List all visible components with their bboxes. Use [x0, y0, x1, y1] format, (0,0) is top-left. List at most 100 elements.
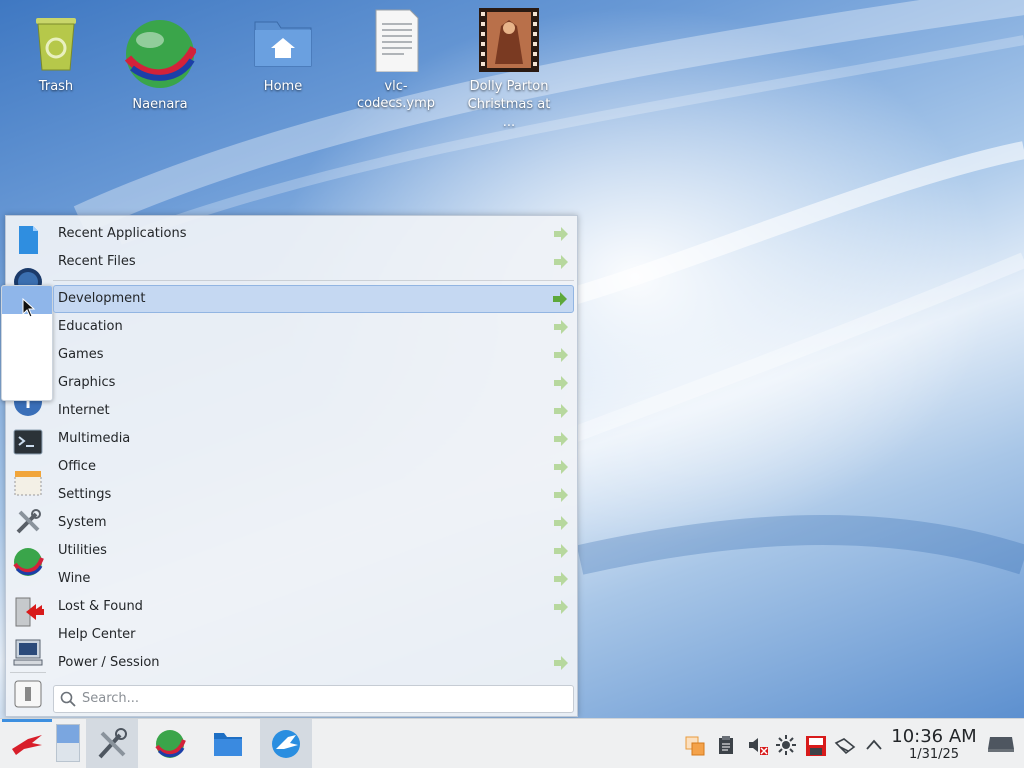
start-menu-button[interactable]: [2, 719, 52, 768]
taskbar: 10:36 AM 1/31/25: [0, 718, 1024, 768]
desktop-icon-home[interactable]: Home: [235, 8, 331, 95]
computer-icon[interactable]: [12, 636, 44, 668]
folder-icon: [214, 733, 242, 756]
tools-icon: [98, 728, 127, 759]
network-icon[interactable]: [834, 735, 856, 755]
desktop-icon-trash[interactable]: Trash: [8, 8, 104, 95]
submenu-arrow-icon: [554, 320, 568, 334]
menu-item-label: Recent Files: [58, 254, 136, 269]
desktop-icon-label: Dolly Parton Christmas at ...: [467, 79, 551, 130]
desktop-icon-label: Home: [263, 79, 303, 94]
submenu-arrow-icon: [554, 460, 568, 474]
menu-item-lost-and-found[interactable]: Lost & Found: [53, 593, 574, 621]
text-file-icon: [364, 8, 428, 73]
menu-item-label: Games: [58, 347, 104, 362]
menu-item-utilities[interactable]: Utilities: [53, 537, 574, 565]
desktop-icon-video[interactable]: Dolly Parton Christmas at ...: [461, 8, 557, 132]
menu-item-label: Multimedia: [58, 431, 131, 446]
menu-item-settings[interactable]: Settings: [53, 481, 574, 509]
menu-item-development[interactable]: Development: [53, 285, 574, 313]
tools-icon[interactable]: [12, 506, 44, 538]
application-menu: i Recent Applications Recent Files Devel…: [1, 215, 578, 717]
video-thumbnail-icon: [477, 8, 541, 72]
archive-icon[interactable]: [12, 466, 44, 498]
menu-item-help-center[interactable]: Help Center: [53, 621, 574, 649]
desktop-icon-vlc-codecs[interactable]: vlc-codecs.ymp: [348, 8, 444, 112]
search-input[interactable]: Search...: [53, 685, 574, 713]
sidebar-hover-popup: [1, 285, 53, 401]
menu-item-label: System: [58, 515, 107, 530]
menu-item-multimedia[interactable]: Multimedia: [53, 425, 574, 453]
globe-icon[interactable]: [12, 546, 44, 578]
menu-item-system[interactable]: System: [53, 509, 574, 537]
menu-item-office[interactable]: Office: [53, 453, 574, 481]
menu-item-label: Graphics: [58, 375, 116, 390]
submenu-arrow-icon: [554, 600, 568, 614]
globe-icon: [124, 18, 198, 90]
menu-item-label: Education: [58, 319, 123, 334]
menu-item-label: Development: [58, 291, 146, 306]
volume-muted-icon[interactable]: [747, 735, 768, 755]
save-icon[interactable]: [805, 735, 826, 756]
desktop-pager[interactable]: [54, 719, 82, 768]
submenu-arrow-icon: [554, 544, 568, 558]
submenu-arrow-icon: [553, 292, 567, 306]
document-icon[interactable]: [12, 224, 44, 256]
menu-item-recent-files[interactable]: Recent Files: [53, 248, 574, 276]
mouse-cursor-icon: [22, 298, 36, 318]
terminal-icon[interactable]: [12, 426, 44, 458]
desktop-icon-label: Trash: [38, 79, 74, 94]
display-icon[interactable]: [986, 733, 1016, 753]
menu-item-label: Help Center: [58, 627, 136, 642]
pager-icon: [56, 724, 80, 762]
desktop-icon-naenara[interactable]: Naenara: [112, 18, 208, 113]
submenu-arrow-icon: [554, 516, 568, 530]
submenu-arrow-icon: [554, 255, 568, 269]
desktop-icon-label: vlc-codecs.ymp: [356, 79, 435, 111]
menu-item-recent-applications[interactable]: Recent Applications: [53, 220, 574, 248]
menu-item-internet[interactable]: Internet: [53, 397, 574, 425]
desktop-icon-label: Naenara: [132, 97, 188, 112]
sidebar-separator: [10, 672, 46, 673]
expand-icon[interactable]: [864, 735, 884, 755]
start-menu-icon: [2, 719, 52, 755]
submenu-arrow-icon: [554, 432, 568, 446]
task-file-manager[interactable]: [202, 719, 254, 768]
menu-item-education[interactable]: Education: [53, 313, 574, 341]
menu-item-label: Lost & Found: [58, 599, 143, 614]
submenu-arrow-icon: [554, 376, 568, 390]
submenu-arrow-icon: [554, 227, 568, 241]
search-placeholder: Search...: [82, 691, 140, 706]
task-browser[interactable]: [260, 719, 312, 768]
menu-item-label: Wine: [58, 571, 91, 586]
menu-separator: [53, 280, 574, 281]
menu-item-power-session[interactable]: Power / Session: [53, 649, 574, 677]
menu-item-label: Office: [58, 459, 96, 474]
globe-icon: [155, 730, 186, 758]
browser-icon: [272, 730, 300, 758]
menu-item-label: Power / Session: [58, 655, 160, 670]
search-icon: [60, 691, 76, 707]
menu-item-label: Utilities: [58, 543, 107, 558]
clock-date[interactable]: 1/31/25: [886, 747, 982, 762]
menu-item-graphics[interactable]: Graphics: [53, 369, 574, 397]
switch-icon[interactable]: [12, 678, 44, 710]
submenu-arrow-icon: [554, 572, 568, 586]
submenu-arrow-icon: [554, 348, 568, 362]
submenu-arrow-icon: [554, 656, 568, 670]
menu-item-label: Recent Applications: [58, 226, 187, 241]
menu-item-label: Internet: [58, 403, 110, 418]
logout-icon[interactable]: [12, 596, 48, 628]
home-folder-icon: [251, 8, 315, 72]
task-naenara[interactable]: [144, 719, 196, 768]
submenu-arrow-icon: [554, 404, 568, 418]
menu-item-label: Settings: [58, 487, 112, 502]
brightness-icon[interactable]: [776, 735, 796, 755]
menu-item-wine[interactable]: Wine: [53, 565, 574, 593]
menu-item-games[interactable]: Games: [53, 341, 574, 369]
clipboard-icon[interactable]: [716, 735, 736, 755]
task-system-tools[interactable]: [86, 719, 138, 768]
notification-icon[interactable]: [684, 735, 705, 756]
clock-time[interactable]: 10:36 AM: [886, 726, 982, 748]
submenu-arrow-icon: [554, 488, 568, 502]
